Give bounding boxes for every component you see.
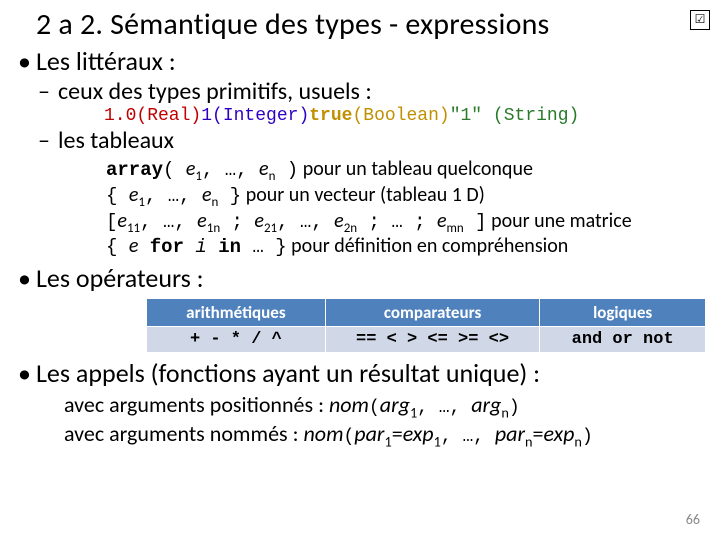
bullet-calls: Les appels (fonctions ayant un résultat … bbox=[36, 357, 706, 448]
array-line-4: { e for i in … } pour définition en comp… bbox=[106, 234, 706, 260]
slide-title: 2 a 2. Sémantique des types - expression… bbox=[36, 6, 706, 43]
td-logic: and or not bbox=[540, 327, 706, 353]
td-arith: + - * / ^ bbox=[147, 327, 326, 353]
arrays-block: array( e1, …, en ) pour un tableau quelc… bbox=[106, 157, 706, 260]
primitives-examples: 1.0(Real)1(Integer)true(Boolean)"1" (Str… bbox=[104, 106, 706, 126]
bullet-literals: Les littéraux : ceux des types primitifs… bbox=[36, 45, 706, 260]
td-comp: == < > <= >= <> bbox=[325, 327, 539, 353]
th-comp: comparateurs bbox=[325, 299, 539, 327]
calls-positional: avec arguments positionnés : nom(arg1, …… bbox=[64, 391, 706, 420]
array-line-2: { e1, …, en } pour un vecteur (tableau 1… bbox=[106, 183, 706, 209]
subbullet-primitives: ceux des types primitifs, usuels : 1.0(R… bbox=[58, 77, 706, 126]
subbullet-arrays: les tableaux array( e1, …, en ) pour un … bbox=[58, 126, 706, 260]
calls-block: avec arguments positionnés : nom(arg1, …… bbox=[64, 391, 706, 448]
checkbox-icon: ☑ bbox=[690, 10, 710, 30]
array-line-1: array( e1, …, en ) pour un tableau quelc… bbox=[106, 157, 706, 183]
bullet-operators: Les opérateurs : arithmétiques comparate… bbox=[36, 262, 706, 353]
th-arith: arithmétiques bbox=[147, 299, 326, 327]
page-number: 66 bbox=[686, 511, 700, 528]
array-line-3: [e11, …, e1n ; e21, …, e2n ; … ; emn ] p… bbox=[106, 209, 706, 235]
calls-named: avec arguments nommés : nom(par1=exp1, …… bbox=[64, 420, 706, 449]
operators-table: arithmétiques comparateurs logiques + - … bbox=[146, 298, 706, 353]
th-logic: logiques bbox=[540, 299, 706, 327]
